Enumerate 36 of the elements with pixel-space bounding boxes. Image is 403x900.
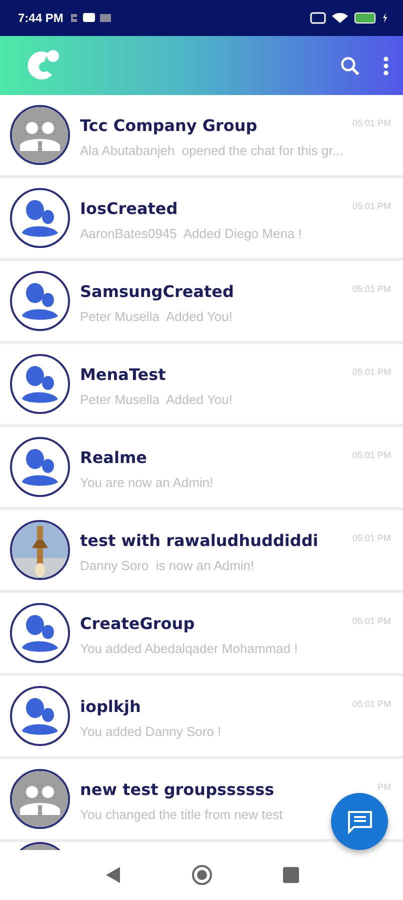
chat-preview: You changed the title from new test	[80, 807, 283, 822]
home-button[interactable]	[190, 864, 212, 886]
chat-name: test with rawaludhuddiddi	[80, 531, 318, 550]
back-button[interactable]	[104, 866, 120, 884]
chat-name: Realme	[80, 448, 147, 467]
group-icon	[20, 696, 60, 736]
chat-preview: Peter Musella Added You!	[80, 392, 233, 407]
chat-preview: Peter Musella Added You!	[80, 309, 233, 324]
chat-preview: You added Danny Soro !	[80, 724, 222, 739]
chat-icon	[346, 808, 372, 834]
recents-button[interactable]	[282, 867, 298, 883]
chat-preview: Danny Soro is now an Admin!	[80, 558, 254, 573]
chat-preview: You are now an Admin!	[80, 475, 214, 490]
chat-name: ioplkjh	[80, 697, 141, 716]
chat-preview: AaronBates0945 Added Diego Mena !	[80, 226, 302, 241]
chat-name: Tcc Company Group	[80, 116, 258, 135]
chat-name: new test groupssssss	[80, 780, 274, 799]
wifi-icon	[332, 13, 348, 23]
screen-icon	[310, 12, 326, 24]
chat-name: CreateGroup	[80, 614, 195, 633]
battery-icon	[354, 12, 376, 24]
group-icon	[20, 447, 60, 487]
search-button[interactable]	[339, 54, 361, 76]
menu-button[interactable]	[383, 56, 389, 76]
chat-preview: You added Abedalqader Mohammad !	[80, 641, 298, 656]
chat-name: SamsungCreated	[80, 282, 234, 301]
chat-name: IosCreated	[80, 199, 178, 218]
new-chat-button[interactable]	[331, 793, 388, 850]
group-icon	[20, 281, 60, 321]
group-icon	[20, 613, 60, 653]
group-icon	[20, 198, 60, 238]
chat-name: MenaTest	[80, 365, 166, 384]
chat-preview: Ala Abutabanjeh opened the chat for this gr...	[80, 143, 344, 158]
status-time: 7:44 PM	[18, 11, 64, 25]
charging-icon	[382, 13, 387, 23]
group-icon	[20, 364, 60, 404]
